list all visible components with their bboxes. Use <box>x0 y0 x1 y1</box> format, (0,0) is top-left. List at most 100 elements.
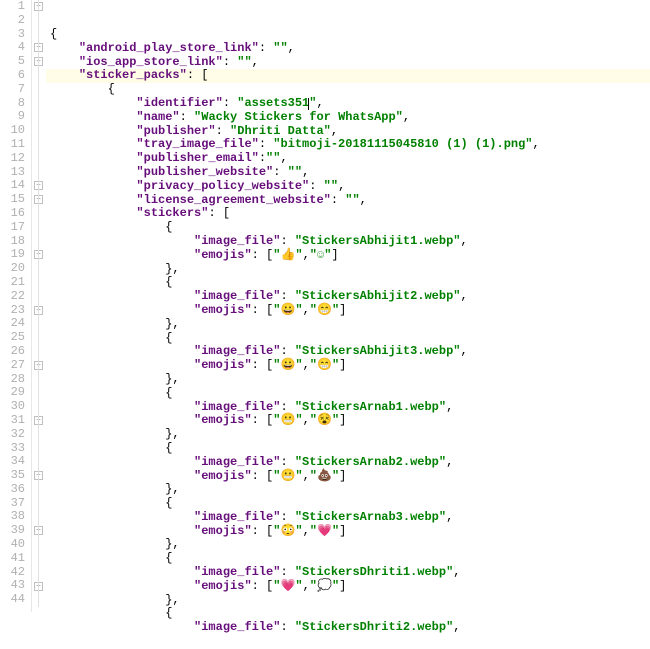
code-line[interactable]: "image_file": "StickersArnab2.webp", <box>50 456 650 470</box>
code-line[interactable]: "stickers": [ <box>50 207 650 221</box>
json-string: "StickersAbhijit3.webp" <box>295 344 461 358</box>
json-key: "image_file" <box>194 455 280 469</box>
code-line[interactable]: }, <box>50 594 650 608</box>
code-line[interactable]: "publisher_website": "", <box>50 166 650 180</box>
code-line[interactable]: "image_file": "StickersDhriti1.webp", <box>50 566 650 580</box>
code-line[interactable]: "license_agreement_website": "", <box>50 194 650 208</box>
code-line[interactable]: "privacy_policy_website": "", <box>50 180 650 194</box>
line-number-gutter: 1234567891011121314151617181920212223242… <box>0 0 32 612</box>
json-punct: { <box>108 82 115 96</box>
code-line[interactable]: "image_file": "StickersDhriti2.webp", <box>50 621 650 635</box>
json-string: "😁" <box>310 303 339 317</box>
code-line[interactable]: }, <box>50 483 650 497</box>
json-punct: : <box>180 110 194 124</box>
code-line[interactable]: }, <box>50 538 650 552</box>
code-line[interactable]: "emojis": ["👍","☺"] <box>50 249 650 263</box>
code-line[interactable]: { <box>50 497 650 511</box>
code-line[interactable]: "sticker_packs": [ <box>50 69 650 83</box>
json-punct: : <box>216 124 230 138</box>
line-number: 36 <box>0 483 25 497</box>
line-number: 42 <box>0 566 25 580</box>
line-number: 43 <box>0 579 25 593</box>
code-line[interactable]: "ios_app_store_link": "", <box>50 56 650 70</box>
line-number: 5 <box>0 55 25 69</box>
code-line[interactable]: "emojis": ["😀","😁"] <box>50 359 650 373</box>
json-string: "💗" <box>310 524 339 538</box>
json-punct: { <box>165 606 172 620</box>
code-line[interactable]: { <box>50 276 650 290</box>
json-punct: { <box>165 275 172 289</box>
code-line[interactable]: "emojis": ["💗","💭"] <box>50 580 650 594</box>
code-line[interactable]: "image_file": "StickersAbhijit1.webp", <box>50 235 650 249</box>
json-string: "💗" <box>273 579 302 593</box>
code-line[interactable]: "publisher_email":"", <box>50 152 650 166</box>
line-number: 12 <box>0 152 25 166</box>
json-key: "emojis" <box>194 524 252 538</box>
line-number: 44 <box>0 593 25 607</box>
line-number: 33 <box>0 442 25 456</box>
line-number: 37 <box>0 497 25 511</box>
code-line[interactable]: }, <box>50 373 650 387</box>
code-line[interactable]: "emojis": ["😬","😵"] <box>50 414 650 428</box>
code-line[interactable]: { <box>50 332 650 346</box>
line-number: 25 <box>0 331 25 345</box>
json-punct: : [ <box>252 248 274 262</box>
json-punct: , <box>403 110 410 124</box>
line-number: 39 <box>0 524 25 538</box>
code-line[interactable]: { <box>50 387 650 401</box>
json-key: "emojis" <box>194 303 252 317</box>
json-key: "emojis" <box>194 413 252 427</box>
code-line[interactable]: }, <box>50 318 650 332</box>
line-number: 7 <box>0 83 25 97</box>
code-editor[interactable]: { "android_play_store_link": "", "ios_ap… <box>46 0 650 612</box>
json-punct: : <box>259 41 273 55</box>
line-number: 10 <box>0 124 25 138</box>
code-line[interactable]: "emojis": ["😀","😁"] <box>50 304 650 318</box>
code-line[interactable]: "android_play_store_link": "", <box>50 42 650 56</box>
code-line[interactable]: "name": "Wacky Stickers for WhatsApp", <box>50 111 650 125</box>
code-line[interactable]: { <box>50 83 650 97</box>
json-key: "tray_image_file" <box>136 137 258 151</box>
json-punct: : [ <box>187 68 209 82</box>
code-line[interactable]: "image_file": "StickersArnab3.webp", <box>50 511 650 525</box>
json-key: "image_file" <box>194 234 280 248</box>
code-line[interactable]: "image_file": "StickersAbhijit2.webp", <box>50 290 650 304</box>
json-punct: ] <box>339 524 346 538</box>
code-line[interactable]: }, <box>50 428 650 442</box>
line-number: 24 <box>0 317 25 331</box>
json-punct: : <box>273 165 287 179</box>
line-number: 19 <box>0 248 25 262</box>
code-line[interactable]: { <box>50 552 650 566</box>
code-line[interactable]: "publisher": "Dhriti Datta", <box>50 125 650 139</box>
json-punct: , <box>338 179 345 193</box>
line-number: 27 <box>0 359 25 373</box>
line-number: 40 <box>0 538 25 552</box>
json-key: "emojis" <box>194 469 252 483</box>
code-line[interactable]: "emojis": ["😬","💩"] <box>50 470 650 484</box>
code-line[interactable]: "tray_image_file": "bitmoji-201811150458… <box>50 138 650 152</box>
fold-gutter: −−−−−−−−−−−− <box>32 0 46 612</box>
code-line[interactable]: { <box>50 607 650 621</box>
json-key: "publisher_email" <box>136 151 258 165</box>
code-line[interactable]: "emojis": ["😳","💗"] <box>50 525 650 539</box>
json-key: "emojis" <box>194 579 252 593</box>
json-punct: ] <box>339 469 346 483</box>
code-line[interactable]: { <box>50 28 650 42</box>
json-key: "image_file" <box>194 344 280 358</box>
json-punct: }, <box>165 317 179 331</box>
json-punct: ] <box>339 303 346 317</box>
json-punct: : [ <box>252 469 274 483</box>
code-line[interactable]: { <box>50 221 650 235</box>
json-key: "emojis" <box>194 248 252 262</box>
line-number: 2 <box>0 14 25 28</box>
json-key: "image_file" <box>194 289 280 303</box>
json-string: "StickersDhriti2.webp" <box>295 620 453 634</box>
json-punct: , <box>303 524 310 538</box>
code-line[interactable]: "identifier": "assets351", <box>50 97 650 111</box>
code-line[interactable]: }, <box>50 263 650 277</box>
json-string: "💩" <box>310 469 339 483</box>
json-key: "android_play_store_link" <box>79 41 259 55</box>
json-key: "image_file" <box>194 620 280 634</box>
code-line[interactable]: { <box>50 442 650 456</box>
line-number: 35 <box>0 469 25 483</box>
